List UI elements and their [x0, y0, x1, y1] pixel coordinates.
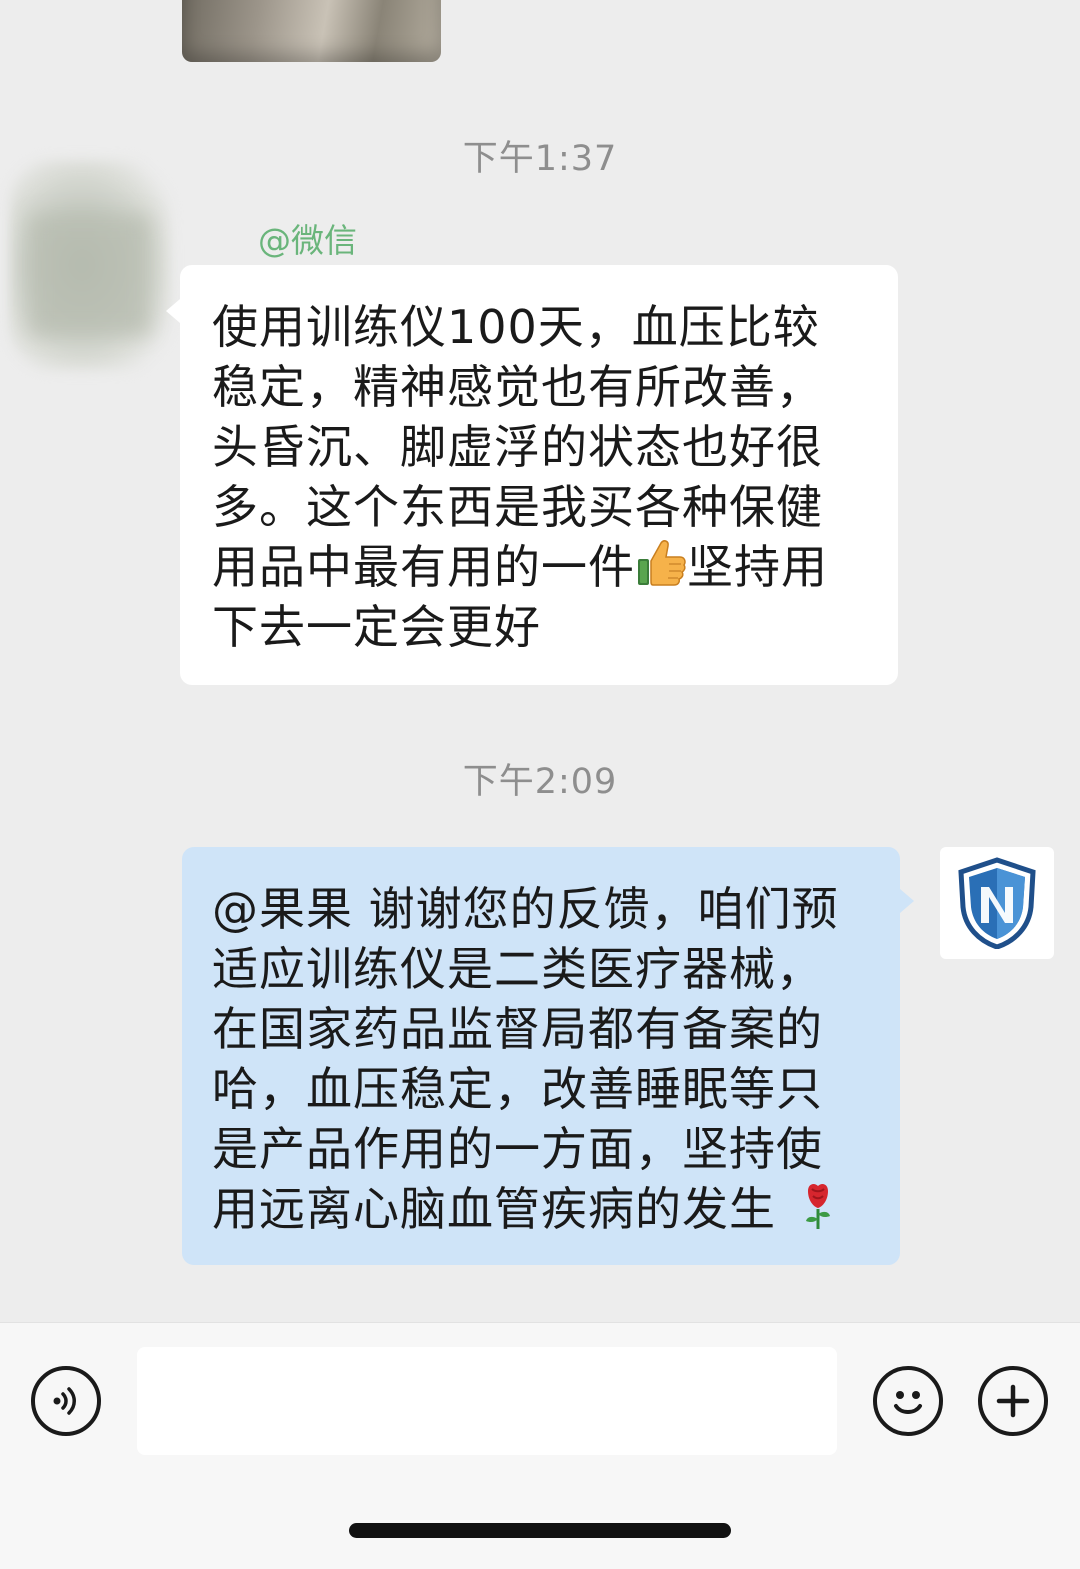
emoji-icon: [894, 1391, 922, 1414]
message-line: 用品中最有用的一件: [212, 540, 635, 594]
message-line: 使用训练仪100天，血压比较: [212, 300, 820, 354]
incoming-message-bubble[interactable]: 使用训练仪100天，血压比较 稳定，精神感觉也有所改善， 头昏沉、脚虚浮的状态也…: [166, 265, 898, 685]
timestamp: 下午1:37: [462, 139, 618, 179]
shield-logo-icon: [958, 857, 1036, 949]
message-line: 稳定，精神感觉也有所改善，: [212, 360, 823, 414]
voice-input-button[interactable]: [31, 1366, 101, 1436]
home-indicator: [349, 1523, 731, 1538]
my-avatar[interactable]: [940, 847, 1054, 959]
message-line: 多。这个东西是我买各种保健: [212, 480, 823, 534]
chat-area[interactable]: 下午1:37 @微信 使用训练仪100天，血压比较 稳定，精神感觉也有所改善， …: [0, 0, 1080, 1322]
message-line: 在国家药品监督局都有备案的: [212, 1002, 823, 1056]
more-actions-button[interactable]: [978, 1366, 1048, 1436]
image-message-thumbnail[interactable]: [182, 0, 441, 62]
sender-name: @微信: [258, 221, 357, 260]
message-line: 哈，血压稳定，改善睡眠等只: [212, 1062, 823, 1116]
voice-icon: [53, 1387, 76, 1415]
message-line: @果果 谢谢您的反馈，咱们预: [212, 882, 839, 936]
rose-icon: [805, 1183, 830, 1229]
outgoing-message-bubble[interactable]: @果果 谢谢您的反馈，咱们预 适应训练仪是二类医疗器械， 在国家药品监督局都有备…: [182, 847, 914, 1265]
message-line: 用远离心脑血管疾病的发生: [212, 1182, 776, 1236]
message-line: 下去一定会更好: [212, 600, 541, 654]
plus-icon: [996, 1384, 1030, 1418]
thumbs-up-icon: [638, 540, 686, 586]
message-line: 坚持用: [687, 540, 828, 594]
sender-avatar-blurred-core: [30, 215, 150, 335]
timestamp: 下午2:09: [462, 762, 618, 802]
message-line: 是产品作用的一方面，坚持使: [212, 1122, 823, 1176]
message-line: 适应训练仪是二类医疗器械，: [212, 942, 823, 996]
emoji-button[interactable]: [873, 1366, 943, 1436]
message-line: 头昏沉、脚虚浮的状态也好很: [212, 420, 823, 474]
input-bar: [0, 1322, 1080, 1569]
message-input[interactable]: [137, 1347, 837, 1455]
